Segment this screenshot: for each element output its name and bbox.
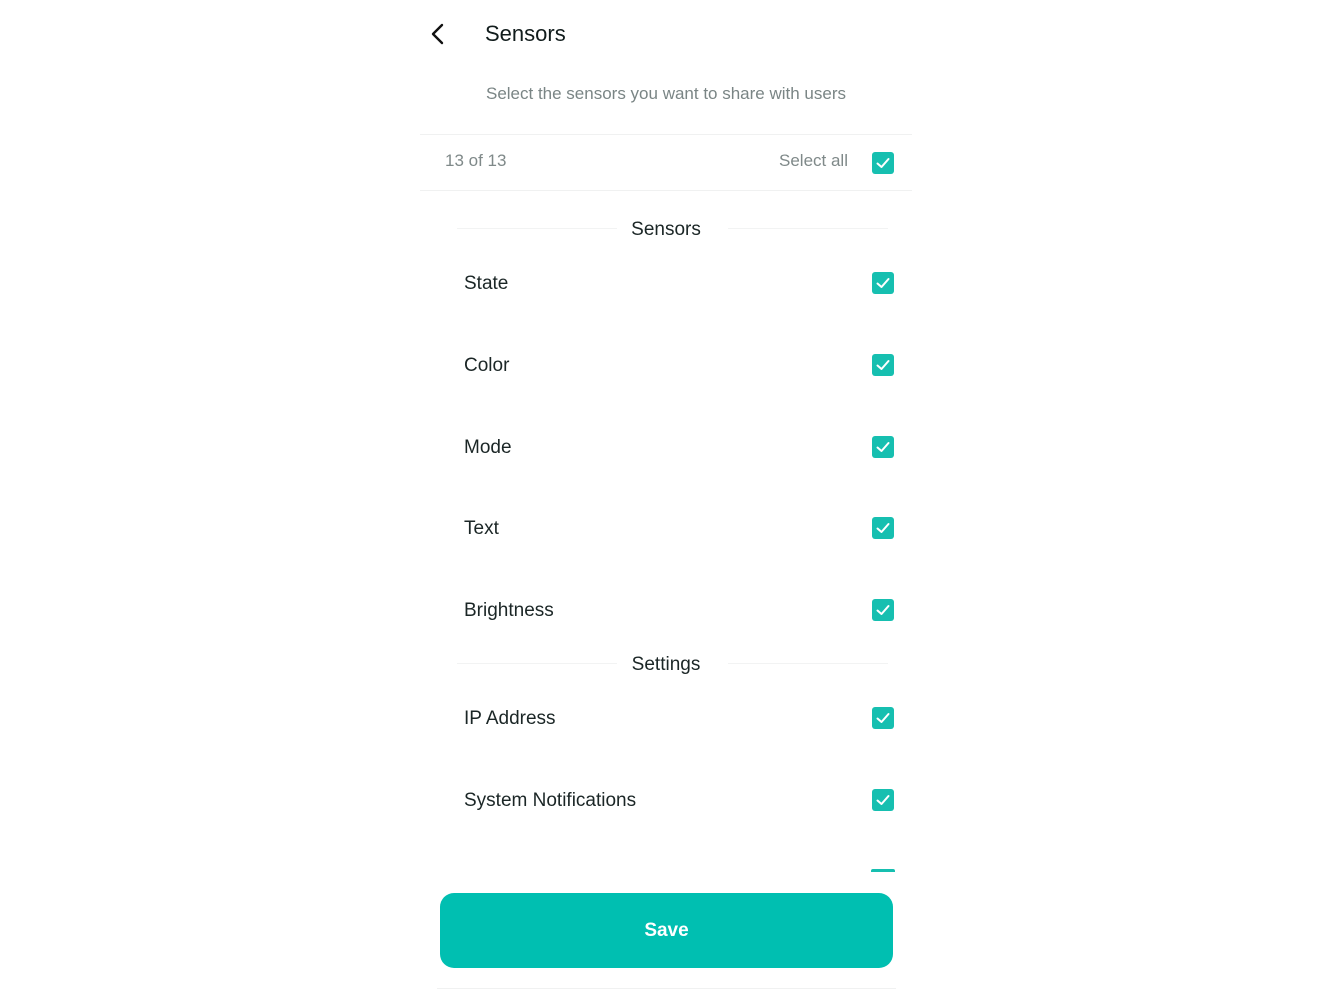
section-title-settings: Settings bbox=[631, 654, 701, 675]
sensor-label-state: State bbox=[464, 273, 509, 294]
select-all-label[interactable]: Select all bbox=[779, 151, 848, 171]
bottom-divider bbox=[437, 988, 896, 989]
checkmark-icon bbox=[876, 278, 890, 288]
sensor-label-brightness: Brightness bbox=[464, 600, 554, 621]
checkmark-icon bbox=[876, 605, 890, 615]
select-all-checkbox[interactable] bbox=[872, 152, 894, 174]
divider bbox=[420, 190, 912, 191]
checkmark-icon bbox=[876, 442, 890, 452]
sensor-checkbox-brightness[interactable] bbox=[872, 599, 894, 621]
checkmark-icon bbox=[876, 360, 890, 370]
setting-checkbox-ip-address[interactable] bbox=[872, 707, 894, 729]
section-title-sensors: Sensors bbox=[631, 219, 701, 240]
chevron-left-icon bbox=[431, 23, 444, 45]
save-button[interactable]: Save bbox=[440, 893, 893, 968]
checkmark-icon bbox=[876, 158, 890, 168]
sensor-label-text: Text bbox=[464, 518, 499, 539]
partially-visible-checkbox[interactable] bbox=[871, 869, 895, 872]
sensor-checkbox-text[interactable] bbox=[872, 517, 894, 539]
setting-label-system-notifications: System Notifications bbox=[464, 790, 637, 811]
sensor-checkbox-color[interactable] bbox=[872, 354, 894, 376]
page-subtitle: Select the sensors you want to share wit… bbox=[485, 84, 846, 103]
page-title: Sensors bbox=[485, 21, 566, 46]
checkmark-icon bbox=[876, 523, 890, 533]
back-button[interactable] bbox=[424, 20, 452, 48]
setting-checkbox-system-notifications[interactable] bbox=[872, 789, 894, 811]
divider bbox=[420, 134, 912, 135]
sensor-label-color: Color bbox=[464, 355, 510, 376]
setting-label-ip-address: IP Address bbox=[464, 708, 556, 729]
sensor-checkbox-mode[interactable] bbox=[872, 436, 894, 458]
checkmark-icon bbox=[876, 713, 890, 723]
sensor-label-mode: Mode bbox=[464, 437, 512, 458]
checkmark-icon bbox=[876, 795, 890, 805]
selection-count: 13 of 13 bbox=[445, 151, 507, 170]
sensor-checkbox-state[interactable] bbox=[872, 272, 894, 294]
